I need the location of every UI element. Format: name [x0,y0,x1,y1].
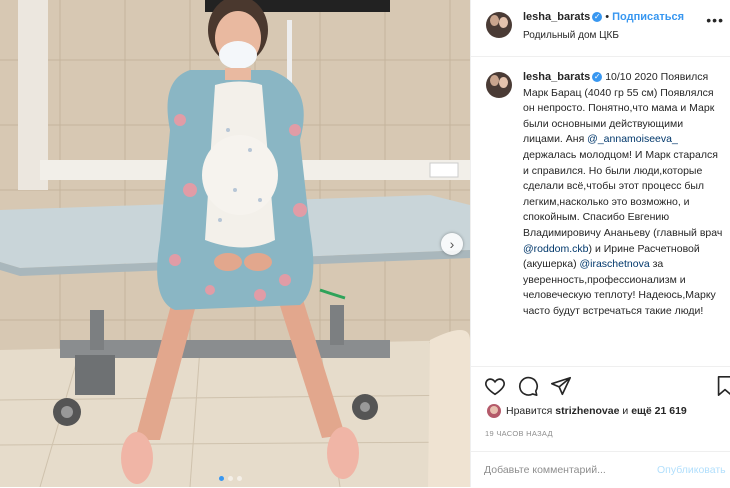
mention-link[interactable]: @roddom.ckb [523,243,589,255]
post-header: lesha_barats ✓ • Подписаться Родильный дом … [471,0,730,57]
location-link[interactable]: Родильный дом ЦКБ [523,30,619,41]
publish-button[interactable]: Опубликовать [657,464,726,476]
carousel-dot [219,476,224,481]
heart-icon[interactable] [484,375,506,397]
likes-middle: и [622,405,629,417]
comment-input[interactable] [484,464,654,476]
more-horizontal-icon[interactable]: ••• [706,12,724,28]
post-photo[interactable]: › [0,0,470,487]
follow-button[interactable]: Подписаться [612,11,684,23]
likes-count[interactable]: ещё 21 619 [631,405,687,417]
mention-link[interactable]: @_annamoiseeva_ [587,133,678,145]
caption-area: lesha_barats ✓ 10/10 2020 Появился Марк Б… [471,57,730,365]
header-top-line: lesha_barats ✓ • Подписаться [523,11,684,23]
liker-username[interactable]: strizhenovae [555,405,619,417]
caption-text-part: держалась молодцом! И Марк старался и сп… [523,148,723,239]
verified-icon: ✓ [592,12,603,23]
next-photo-button[interactable]: › [441,233,463,255]
action-bar [471,366,730,403]
comment-box: Опубликовать [471,451,730,488]
share-icon[interactable] [550,375,572,397]
carousel-dots [219,476,242,481]
avatar[interactable] [486,72,512,98]
mention-link[interactable]: @iraschetnova [579,258,649,270]
photo-illustration [0,0,470,487]
avatar[interactable] [486,12,512,38]
likes-line: Нравится strizhenovae и ещё 21 619 [487,404,687,418]
comment-icon[interactable] [517,375,539,397]
separator-dot: • [605,11,610,23]
caption-text: lesha_barats ✓ 10/10 2020 Появился Марк Б… [523,70,723,320]
post-sidebar: lesha_barats ✓ • Подписаться Родильный дом … [470,0,730,487]
post-timestamp[interactable]: 19 ЧАСОВ НАЗАД [485,429,553,438]
carousel-dot [237,476,242,481]
verified-icon: ✓ [592,72,603,83]
caption-username[interactable]: lesha_barats [523,71,590,83]
bookmark-icon[interactable] [714,375,730,397]
carousel-dot [228,476,233,481]
likes-prefix: Нравится [506,405,553,417]
liker-avatar[interactable] [487,404,501,418]
username-link[interactable]: lesha_barats [523,11,590,23]
